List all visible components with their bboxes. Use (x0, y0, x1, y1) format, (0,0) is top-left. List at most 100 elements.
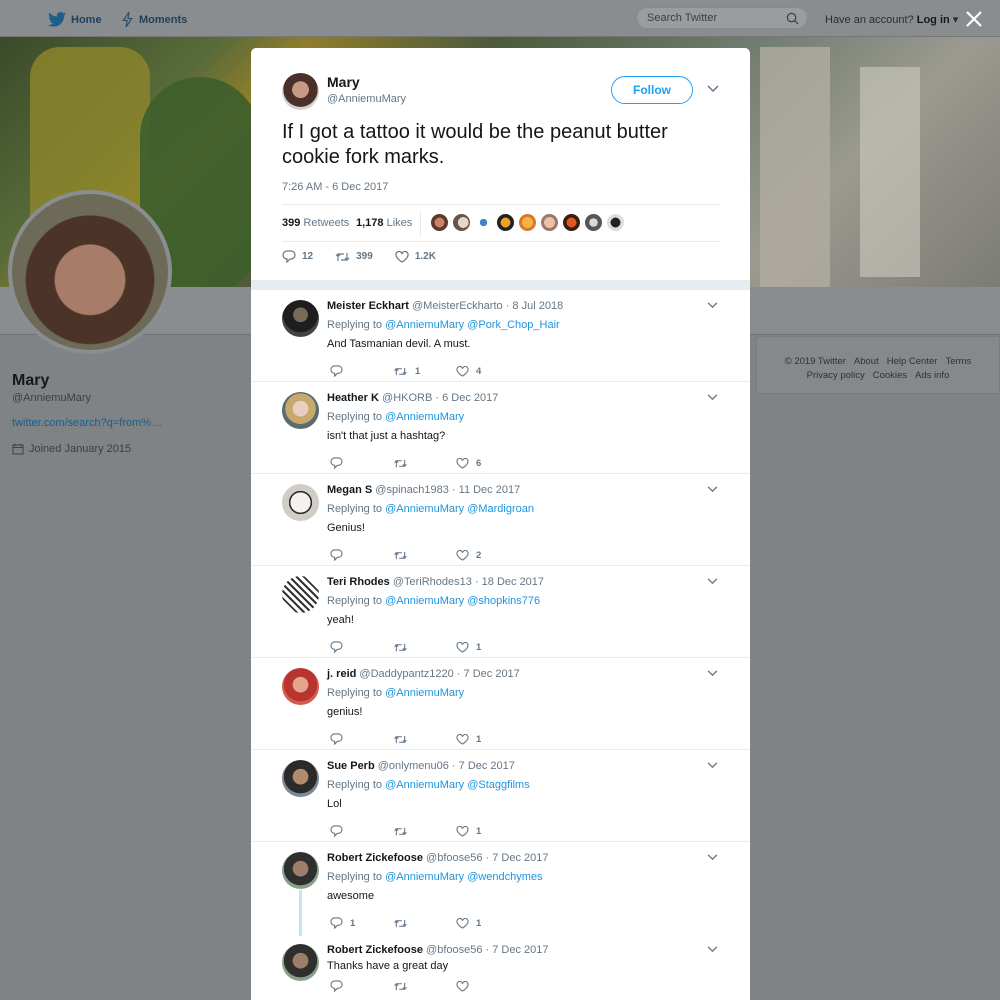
liker-avatar[interactable] (474, 213, 493, 232)
chevron-down-icon[interactable] (707, 302, 718, 309)
like-action[interactable]: 2 (456, 549, 519, 561)
retweet-action[interactable] (393, 550, 456, 561)
reply-author-name[interactable]: j. reid (327, 668, 356, 680)
reply-date[interactable]: · 7 Dec 2017 (486, 944, 549, 956)
reply-author-handle[interactable]: @spinach1983 (375, 484, 449, 496)
reply-author-handle[interactable]: @HKORB (382, 392, 432, 404)
reply-mentions[interactable]: @AnniemuMary @wendchymes (385, 871, 542, 883)
reply-author-name[interactable]: Robert Zickefoose (327, 852, 423, 864)
like-action[interactable]: 6 (456, 457, 519, 469)
like-action[interactable]: 1 (456, 641, 519, 653)
reply-action[interactable] (330, 733, 393, 745)
reply-date[interactable]: · 11 Dec 2017 (452, 484, 520, 496)
reply-action[interactable] (330, 365, 393, 377)
reply-author-name[interactable]: Heather K (327, 392, 379, 404)
reply-mentions[interactable]: @AnniemuMary @shopkins776 (385, 595, 540, 607)
retweet-action[interactable] (393, 642, 456, 653)
reply-author-name[interactable]: Megan S (327, 484, 372, 496)
tweet-timestamp[interactable]: 7:26 AM - 6 Dec 2017 (282, 181, 388, 193)
liker-avatar[interactable] (518, 213, 537, 232)
reply-mentions[interactable]: @AnniemuMary @Staggfilms (385, 779, 530, 791)
close-icon[interactable] (963, 8, 985, 30)
reply-avatar[interactable] (282, 852, 319, 889)
reply-date[interactable]: · 18 Dec 2017 (475, 576, 544, 588)
reply-author-name[interactable]: Meister Eckhart (327, 300, 409, 312)
footer-ads[interactable]: Ads info (915, 370, 949, 381)
liker-avatar[interactable] (540, 213, 559, 232)
reply-date[interactable]: · 6 Dec 2017 (435, 392, 498, 404)
chevron-down-icon[interactable] (707, 670, 718, 677)
reply-avatar[interactable] (282, 668, 319, 705)
chevron-down-icon[interactable] (707, 854, 718, 861)
profile-avatar[interactable] (8, 190, 172, 354)
reply-date[interactable]: · 7 Dec 2017 (486, 852, 549, 864)
reply-author-handle[interactable]: @bfoose56 (426, 852, 482, 864)
chevron-down-icon[interactable] (707, 946, 718, 953)
search-input[interactable]: Search Twitter (636, 7, 808, 29)
footer-cookies[interactable]: Cookies (873, 370, 907, 381)
follow-button[interactable]: Follow (611, 76, 693, 104)
liker-avatar[interactable] (430, 213, 449, 232)
reply-action[interactable] (330, 825, 393, 837)
liker-avatar[interactable] (606, 213, 625, 232)
reply-author-name[interactable]: Teri Rhodes (327, 576, 390, 588)
chevron-down-icon[interactable] (707, 578, 718, 585)
footer-about[interactable]: About (854, 356, 879, 367)
reply-author-name[interactable]: Sue Perb (327, 760, 375, 772)
reply-action[interactable]: 1 (330, 917, 393, 929)
reply-action[interactable]: 12 (282, 250, 313, 263)
reply-date[interactable]: · 7 Dec 2017 (457, 668, 520, 680)
like-action[interactable] (456, 980, 519, 992)
retweet-action[interactable]: 399 (335, 251, 373, 263)
reply-date[interactable]: · 7 Dec 2017 (452, 760, 515, 772)
reply-author-handle[interactable]: @Daddypantz1220 (359, 668, 453, 680)
login-link[interactable]: Log in (917, 14, 950, 26)
nav-moments[interactable]: Moments (122, 12, 187, 27)
reply-action[interactable] (330, 980, 393, 992)
liker-avatar[interactable] (584, 213, 603, 232)
reply-avatar[interactable] (282, 392, 319, 429)
author-handle[interactable]: @AnniemuMary (327, 93, 406, 105)
likes-stat[interactable]: 1,178 Likes (356, 217, 412, 229)
like-action[interactable]: 1.2K (395, 250, 436, 263)
reply-avatar[interactable] (282, 576, 319, 613)
reply-author-handle[interactable]: @bfoose56 (426, 944, 482, 956)
reply-author-name[interactable]: Robert Zickefoose (327, 944, 423, 956)
footer-privacy[interactable]: Privacy policy (807, 370, 865, 381)
retweet-action[interactable] (393, 918, 456, 929)
footer-help[interactable]: Help Center (887, 356, 938, 367)
like-action[interactable]: 1 (456, 733, 519, 745)
reply-author-handle[interactable]: @MeisterEckharto (412, 300, 503, 312)
login-menu[interactable]: Have an account? Log in ▾ (825, 13, 958, 26)
reply-author-handle[interactable]: @TeriRhodes13 (393, 576, 472, 588)
profile-link[interactable]: twitter.com/search?q=from%… (12, 417, 162, 429)
liker-avatar[interactable] (452, 213, 471, 232)
reply-avatar[interactable] (282, 300, 319, 337)
reply-action[interactable] (330, 457, 393, 469)
author-name[interactable]: Mary (327, 74, 360, 90)
retweet-action[interactable] (393, 734, 456, 745)
reply-avatar[interactable] (282, 484, 319, 521)
reply-mentions[interactable]: @AnniemuMary (385, 687, 464, 699)
reply-mentions[interactable]: @AnniemuMary @Pork_Chop_Hair (385, 319, 560, 331)
retweet-action[interactable] (393, 981, 456, 992)
like-action[interactable]: 4 (456, 365, 519, 377)
chevron-down-icon[interactable] (707, 394, 718, 401)
reply-author-handle[interactable]: @onlymenu06 (378, 760, 449, 772)
chevron-down-icon[interactable] (707, 762, 718, 769)
chevron-down-icon[interactable] (707, 486, 718, 493)
retweet-action[interactable]: 1 (393, 366, 456, 377)
like-action[interactable]: 1 (456, 917, 519, 929)
reply-action[interactable] (330, 549, 393, 561)
like-action[interactable]: 1 (456, 825, 519, 837)
retweets-stat[interactable]: 399 Retweets (282, 217, 349, 229)
liker-avatar[interactable] (562, 213, 581, 232)
liker-avatar[interactable] (496, 213, 515, 232)
retweet-action[interactable] (393, 826, 456, 837)
reply-avatar[interactable] (282, 760, 319, 797)
author-avatar[interactable] (282, 73, 319, 110)
reply-mentions[interactable]: @AnniemuMary (385, 411, 464, 423)
reply-action[interactable] (330, 641, 393, 653)
chevron-down-icon[interactable] (707, 85, 719, 93)
reply-avatar[interactable] (282, 944, 319, 981)
